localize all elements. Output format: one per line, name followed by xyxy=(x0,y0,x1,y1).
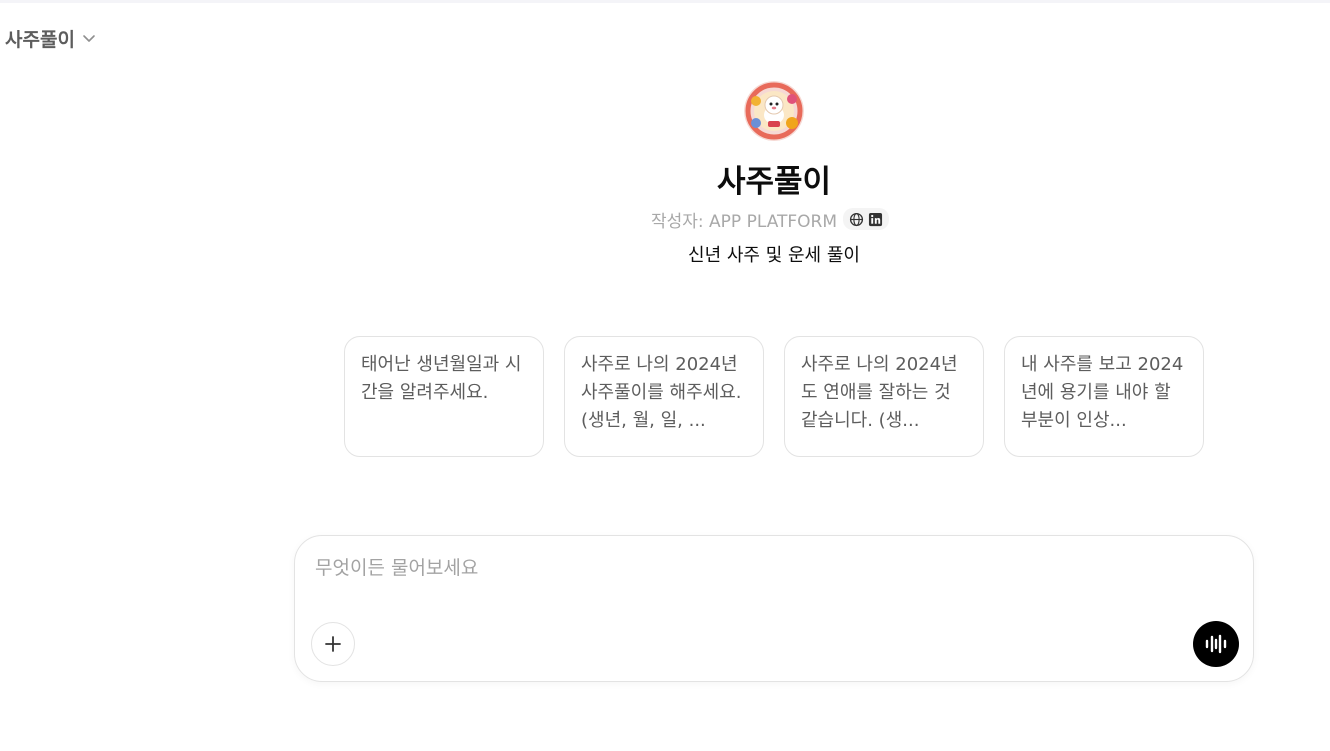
chevron-down-icon xyxy=(81,30,97,46)
gpt-avatar xyxy=(744,81,804,141)
starter-text: 태어난 생년월일과 시간을 알려주세요. xyxy=(361,354,522,403)
starter-text: 사주로 나의 2024년도 연애를 잘하는 것 같습니다. (생... xyxy=(801,354,958,431)
conversation-starters: 태어난 생년월일과 시간을 알려주세요. 사주로 나의 2024년 사주풀이를 … xyxy=(344,336,1204,457)
linkedin-icon[interactable] xyxy=(868,212,883,227)
attach-button[interactable] xyxy=(311,622,355,666)
starter-text: 내 사주를 보고 2024년에 용기를 내야 할 부분이 인상... xyxy=(1021,354,1184,431)
starter-card[interactable]: 사주로 나의 2024년 사주풀이를 해주세요. (생년, 월, 일, ... xyxy=(564,336,764,457)
starter-card[interactable]: 사주로 나의 2024년도 연애를 잘하는 것 같습니다. (생... xyxy=(784,336,984,457)
top-divider xyxy=(0,0,1330,3)
model-name: 사주풀이 xyxy=(5,28,75,51)
voice-wave-icon xyxy=(1204,633,1228,655)
plus-icon xyxy=(323,634,343,654)
globe-icon[interactable] xyxy=(849,212,864,227)
message-input[interactable] xyxy=(315,552,1215,584)
composer xyxy=(294,535,1254,682)
author-row: 작성자: APP PLATFORM xyxy=(651,207,890,232)
gpt-description: 신년 사주 및 운세 풀이 xyxy=(688,245,860,266)
voice-mode-button[interactable] xyxy=(1193,621,1239,667)
author-label: 작성자: APP PLATFORM xyxy=(651,211,838,232)
author-links xyxy=(843,208,890,230)
starter-card[interactable]: 내 사주를 보고 2024년에 용기를 내야 할 부분이 인상... xyxy=(1004,336,1204,457)
model-switcher[interactable]: 사주풀이 xyxy=(5,25,97,51)
starter-card[interactable]: 태어난 생년월일과 시간을 알려주세요. xyxy=(344,336,544,457)
starter-text: 사주로 나의 2024년 사주풀이를 해주세요. (생년, 월, 일, ... xyxy=(581,354,742,431)
gpt-title: 사주풀이 xyxy=(716,164,832,200)
